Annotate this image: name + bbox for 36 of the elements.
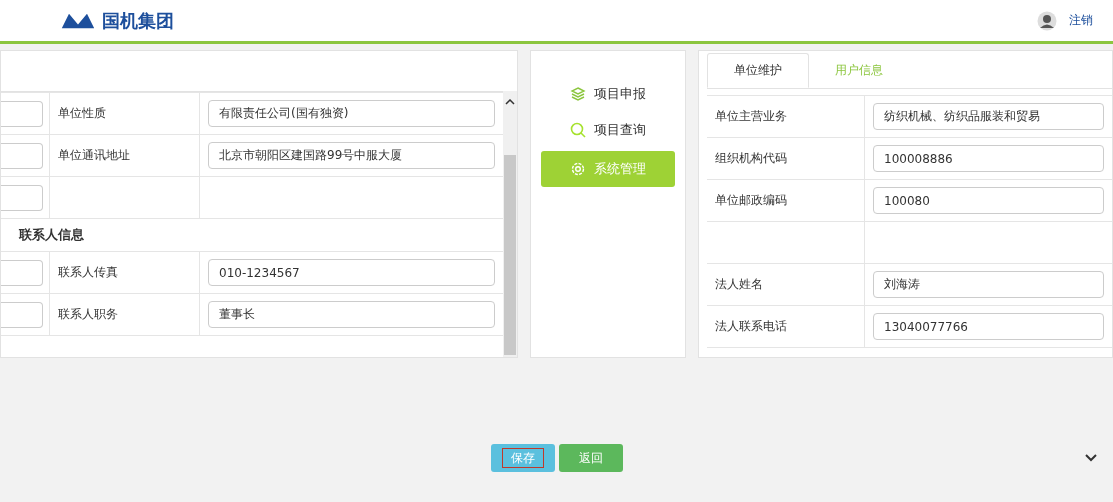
input-field[interactable]: 纺织机械、纺织品服装和贸易 — [873, 103, 1104, 130]
scrollbar[interactable] — [503, 91, 517, 357]
logo-text: 国机集团 — [102, 8, 174, 33]
input-field[interactable]: 13040077766 — [873, 313, 1104, 340]
logout-link[interactable]: 注销 — [1069, 12, 1093, 29]
field-label: 单位性质 — [58, 105, 106, 122]
field-label: 联系人职务 — [58, 306, 118, 323]
input-field[interactable]: 刘海涛 — [873, 271, 1104, 298]
search-icon — [570, 122, 586, 138]
input-field[interactable] — [1, 301, 43, 328]
field-label: 单位通讯地址 — [58, 147, 130, 164]
input-field[interactable]: 010-1234567 — [208, 259, 495, 286]
input-field[interactable]: 有限责任公司(国有独资) — [208, 100, 495, 127]
nav-item[interactable]: 项目查询 — [541, 115, 675, 145]
nav-item[interactable]: 项目申报 — [541, 79, 675, 109]
tab[interactable]: 单位维护 — [707, 53, 809, 88]
input-field[interactable] — [1, 100, 43, 127]
field-label: 单位邮政编码 — [715, 192, 787, 209]
avatar-icon — [1037, 10, 1057, 31]
field-label: 法人联系电话 — [715, 318, 787, 335]
input-field[interactable] — [1, 142, 43, 169]
input-field[interactable]: 100008886 — [873, 145, 1104, 172]
settings-icon — [570, 161, 586, 177]
layers-icon — [570, 86, 586, 102]
chevron-down-icon[interactable] — [1085, 454, 1097, 462]
input-field[interactable] — [1, 184, 43, 211]
input-field[interactable]: 董事长 — [208, 301, 495, 328]
field-label: 单位主营业务 — [715, 108, 787, 125]
field-label: 组织机构代码 — [715, 150, 787, 167]
scroll-up-icon[interactable] — [505, 99, 515, 105]
input-field[interactable] — [1, 259, 43, 286]
input-field[interactable]: 100080 — [873, 187, 1104, 214]
logo-icon — [60, 11, 96, 30]
field-label: 法人姓名 — [715, 276, 763, 293]
field-label: 联系人传真 — [58, 264, 118, 281]
input-field[interactable]: 北京市朝阳区建国路99号中服大厦 — [208, 142, 495, 169]
